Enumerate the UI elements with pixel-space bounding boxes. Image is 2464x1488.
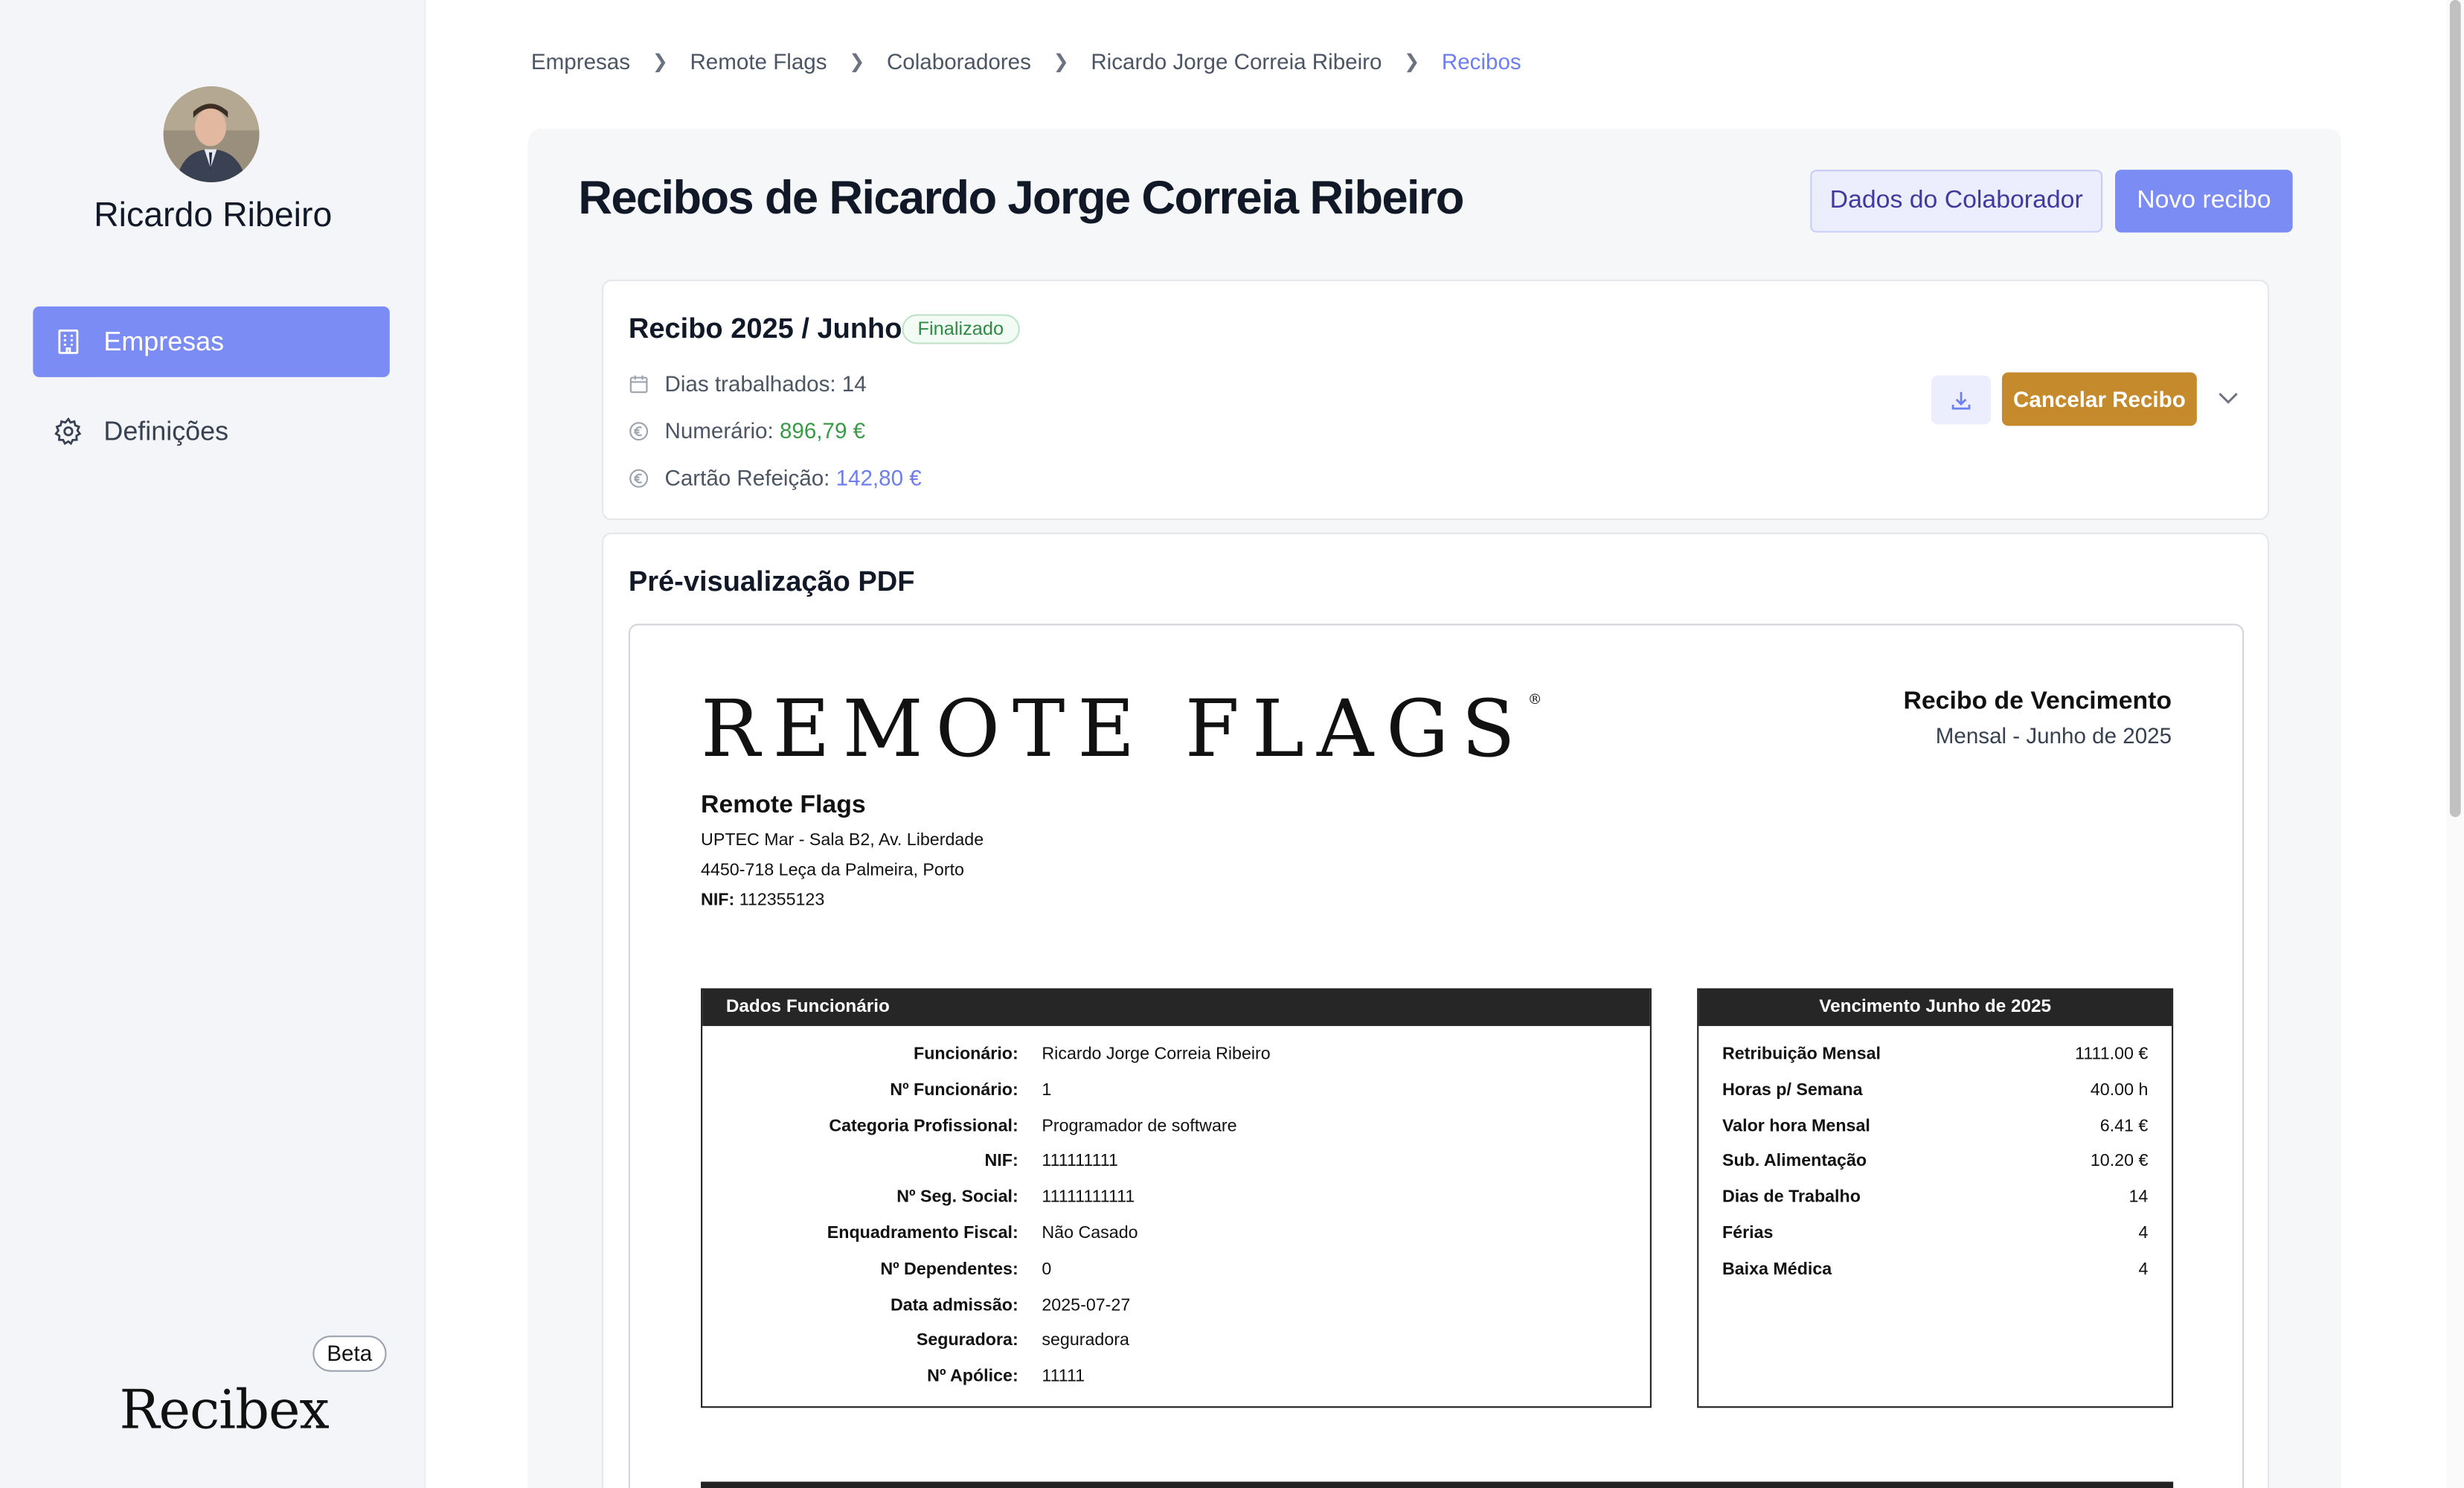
breadcrumb-current: Recibos — [1441, 48, 1521, 74]
receipt-title: Recibo 2025 / Junho — [628, 312, 902, 344]
document-title: Recibo de Vencimento — [1903, 688, 2172, 715]
building-icon — [58, 329, 79, 354]
company-brand: REMOTE FLAGS® — [701, 683, 1542, 775]
employee-row-label: Data admissão: — [890, 1295, 1018, 1315]
salary-row-label: Sub. Alimentação — [1722, 1152, 1867, 1172]
new-receipt-button[interactable]: Novo recibo — [2115, 170, 2293, 233]
calendar-icon — [629, 374, 648, 393]
chevron-down-icon[interactable] — [2216, 385, 2241, 410]
breadcrumb-employee[interactable]: Ricardo Jorge Correia Ribeiro — [1091, 48, 1382, 74]
salary-row-label: Baixa Médica — [1722, 1260, 1832, 1279]
page-title: Recibos de Ricardo Jorge Correia Ribeiro — [578, 173, 1464, 225]
pdf-preview-card: Pré-visualização PDF REMOTE FLAGS® Recib… — [601, 532, 2270, 1488]
sidebar-item-empresas[interactable]: Empresas — [33, 306, 390, 377]
sidebar-item-definicoes[interactable]: Definições — [33, 396, 389, 466]
employee-data-table: Dados Funcionário Funcionário: Ricardo Jo… — [701, 988, 1652, 1408]
document-subtitle: Mensal - Junho de 2025 — [1935, 722, 2172, 748]
meal-card-amount: Cartão Refeição: 142,80 € — [629, 465, 922, 490]
salary-row-value: 40.00 h — [2090, 1080, 2149, 1100]
pdf-document[interactable]: REMOTE FLAGS® Recibo de Vencimento Mensa… — [628, 623, 2245, 1488]
employee-data-button[interactable]: Dados do Colaborador — [1810, 170, 2103, 233]
scrollbar[interactable] — [2446, 0, 2464, 1488]
employee-row-label: Nº Seg. Social: — [896, 1187, 1018, 1208]
sidebar-item-label: Empresas — [103, 326, 225, 356]
breadcrumb: Empresas ❯ Remote Flags ❯ Colaboradores … — [531, 48, 1521, 74]
app-window: Ricardo Ribeiro Empresas Definições Beta… — [0, 0, 2464, 1488]
salary-row-value: 6.41 € — [2099, 1116, 2149, 1136]
chevron-right-icon: ❯ — [849, 50, 865, 73]
salary-row-value: 4 — [2138, 1224, 2149, 1243]
employee-row-label: Seguradora: — [916, 1331, 1018, 1350]
salary-row-label: Retribuição Mensal — [1722, 1045, 1881, 1064]
employee-table-header: Dados Funcionário — [702, 990, 1650, 1027]
sidebar-item-label: Definições — [103, 415, 229, 446]
salary-table: Vencimento Junho de 2025 Retribuição Men… — [1697, 988, 2174, 1408]
gear-icon — [54, 417, 82, 446]
avatar[interactable] — [163, 86, 260, 182]
salary-row-value: 14 — [2128, 1187, 2149, 1208]
employee-row-label: Categoria Profissional: — [829, 1116, 1018, 1136]
salary-row-label: Férias — [1722, 1224, 1774, 1243]
cancel-receipt-button[interactable]: Cancelar Recibo — [2001, 372, 2197, 426]
user-name: Ricardo Ribeiro — [94, 194, 333, 234]
cash-value: 896,79 € — [779, 417, 866, 443]
beta-badge: Beta — [312, 1335, 387, 1372]
salary-row-value: 4 — [2138, 1260, 2149, 1279]
meal-value: 142,80 € — [835, 465, 922, 490]
company-nif: NIF: 112355123 — [701, 891, 825, 910]
download-button[interactable] — [1931, 375, 1992, 425]
employee-row-label: Nº Dependentes: — [880, 1260, 1018, 1279]
employee-row-label: Enquadramento Fiscal: — [827, 1224, 1018, 1243]
breadcrumb-company[interactable]: Remote Flags — [690, 48, 827, 74]
employee-row-label: NIF: — [984, 1152, 1018, 1172]
days-value: 14 — [841, 371, 867, 397]
app-logo: Recibex — [119, 1379, 330, 1443]
sidebar: Ricardo Ribeiro Empresas Definições Beta… — [0, 0, 426, 1488]
chevron-right-icon: ❯ — [652, 50, 668, 73]
salary-row-value: 1111.00 € — [2075, 1045, 2149, 1064]
registered-mark: ® — [1527, 693, 1542, 709]
download-icon — [1951, 391, 1971, 409]
scrollbar-thumb[interactable] — [2449, 0, 2461, 818]
cash-amount: Numerário: 896,79 € — [629, 418, 865, 443]
company-address-2: 4450-718 Leça da Palmeira, Porto — [701, 861, 964, 880]
salary-row-value: 10.20 € — [2090, 1152, 2149, 1172]
breadcrumb-colaboradores[interactable]: Colaboradores — [887, 48, 1031, 74]
employee-row-label: Nº Funcionário: — [890, 1080, 1018, 1100]
employee-row-label: Funcionário: — [914, 1045, 1018, 1064]
salary-row-label: Valor hora Mensal — [1722, 1116, 1870, 1136]
breadcrumb-empresas[interactable]: Empresas — [531, 48, 630, 74]
company-name: Remote Flags — [701, 792, 866, 819]
table-divider — [701, 1481, 2174, 1488]
salary-row-label: Dias de Trabalho — [1722, 1187, 1861, 1208]
salary-table-header: Vencimento Junho de 2025 — [1698, 990, 2172, 1027]
receipt-card: Recibo 2025 / Junho Finalizado Dias trab… — [601, 279, 2270, 521]
company-address-1: UPTEC Mar - Sala B2, Av. Liberdade — [701, 831, 984, 850]
chevron-right-icon: ❯ — [1404, 50, 1420, 73]
employee-row-label: Nº Apólice: — [927, 1367, 1018, 1387]
days-worked: Dias trabalhados: 14 — [629, 371, 867, 396]
preview-title: Pré-visualização PDF — [628, 565, 915, 597]
euro-icon — [629, 421, 649, 440]
euro-icon — [629, 468, 649, 487]
salary-row-label: Horas p/ Semana — [1722, 1080, 1863, 1100]
status-badge: Finalizado — [902, 314, 1020, 344]
chevron-right-icon: ❯ — [1053, 50, 1069, 73]
